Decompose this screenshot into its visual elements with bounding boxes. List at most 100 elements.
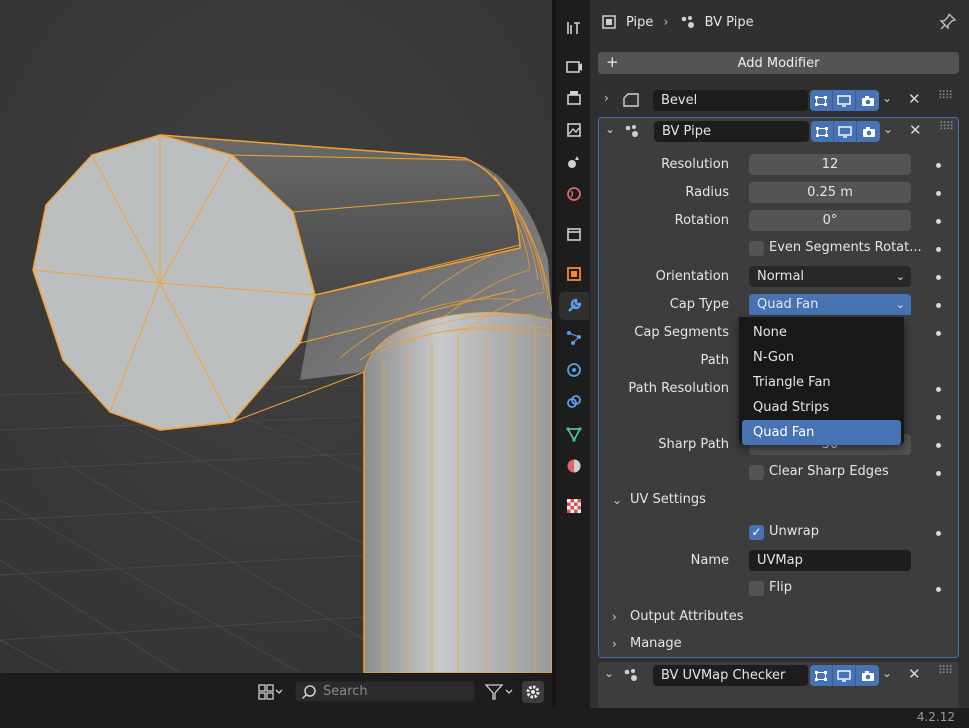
geometry-nodes-icon: [624, 669, 637, 681]
keyframe-dot[interactable]: [936, 247, 941, 252]
search-input[interactable]: [323, 684, 473, 699]
sharp-path-label: Sharp Path: [658, 437, 729, 452]
tab-collection[interactable]: [559, 220, 589, 248]
modifier-name-field[interactable]: BV Pipe: [654, 121, 809, 142]
tab-tool[interactable]: [559, 14, 589, 42]
geometry-nodes-icon: [681, 16, 694, 28]
keyframe-dot[interactable]: [936, 303, 941, 308]
render-icon: [566, 61, 582, 73]
filter-menu[interactable]: [482, 681, 518, 703]
viewport-toggle[interactable]: [833, 90, 856, 111]
rotation-field[interactable]: 0°: [749, 210, 911, 231]
keyframe-dot[interactable]: [936, 191, 941, 196]
cap-type-option[interactable]: N-Gon: [742, 345, 901, 370]
flip-checkbox[interactable]: [749, 581, 764, 596]
tab-view-layer[interactable]: [559, 116, 589, 144]
rotation-label: Rotation: [674, 213, 729, 228]
tool-icon: [567, 22, 580, 34]
cap-type-option[interactable]: None: [742, 320, 901, 345]
output-attributes-subpanel[interactable]: › Output Attributes: [600, 604, 959, 630]
chevron-down-icon[interactable]: ⌄: [883, 122, 893, 136]
3d-viewport[interactable]: [0, 0, 552, 673]
keyframe-dot[interactable]: [936, 415, 941, 420]
radius-field[interactable]: 0.25 m: [749, 182, 911, 203]
settings-button[interactable]: [522, 681, 544, 703]
tab-texture[interactable]: [559, 492, 589, 520]
keyframe-dot[interactable]: [936, 387, 941, 392]
tab-material[interactable]: [559, 452, 589, 480]
clear-sharp-edges-checkbox[interactable]: [749, 465, 764, 480]
visibility-toggles: [810, 665, 879, 686]
unwrap-checkbox[interactable]: ✓: [749, 525, 764, 540]
chevron-down-icon[interactable]: ⌄: [604, 666, 614, 680]
edit-mode-toggle[interactable]: [810, 665, 833, 686]
resolution-field[interactable]: 12: [749, 154, 911, 175]
tab-world[interactable]: [559, 180, 589, 208]
tab-object[interactable]: [559, 260, 589, 288]
viewport-toggle[interactable]: [833, 665, 856, 686]
keyframe-dot[interactable]: [936, 531, 941, 536]
orientation-value: Normal: [757, 269, 805, 284]
modifier-bevel-header[interactable]: › Bevel ⌄ ✕ ⠿⠿: [598, 87, 959, 113]
keyframe-dot[interactable]: [936, 331, 941, 336]
drag-handle-icon[interactable]: ⠿⠿: [938, 664, 953, 677]
cap-type-value: Quad Fan: [757, 297, 819, 312]
tab-physics[interactable]: [559, 356, 589, 384]
add-modifier-label: Add Modifier: [737, 55, 820, 71]
path-resolution-label: Path Resolution: [628, 381, 729, 396]
render-toggle[interactable]: [856, 665, 879, 686]
chevron-right-icon[interactable]: ›: [604, 91, 609, 105]
tab-output[interactable]: [559, 84, 589, 112]
breadcrumb-modifier: BV Pipe: [704, 14, 754, 30]
tab-modifiers[interactable]: [559, 292, 589, 320]
uv-settings-subpanel[interactable]: ⌄ UV Settings: [600, 487, 959, 513]
keyframe-dot[interactable]: [936, 471, 941, 476]
drag-handle-icon[interactable]: ⠿⠿: [938, 89, 953, 102]
render-toggle[interactable]: [856, 90, 879, 111]
keyframe-dot[interactable]: [936, 443, 941, 448]
path-label: Path: [700, 353, 729, 368]
status-bar: 4.2.12: [0, 708, 969, 728]
even-segments-checkbox[interactable]: [749, 241, 764, 256]
geometry-nodes-icon: [625, 125, 638, 137]
edit-mode-toggle[interactable]: [811, 121, 834, 142]
cap-type-option[interactable]: Triangle Fan: [742, 370, 901, 395]
pin-button[interactable]: [939, 12, 957, 34]
tab-scene[interactable]: [559, 148, 589, 176]
editor-type-menu[interactable]: [256, 681, 286, 703]
drag-handle-icon[interactable]: ⠿⠿: [939, 120, 954, 133]
keyframe-dot[interactable]: [936, 275, 941, 280]
cap-type-dropdown-menu: None N-Gon Triangle Fan Quad Strips Quad…: [739, 317, 904, 445]
chevron-down-icon[interactable]: ⌄: [605, 122, 615, 136]
viewport-toggle[interactable]: [834, 121, 857, 142]
edit-mode-toggle[interactable]: [810, 90, 833, 111]
cap-type-select[interactable]: Quad Fan ⌄: [749, 294, 911, 315]
cap-type-option[interactable]: Quad Strips: [742, 395, 901, 420]
orientation-select[interactable]: Normal ⌄: [749, 266, 911, 287]
modifier-name-field[interactable]: Bevel: [653, 90, 808, 111]
search-field[interactable]: [295, 681, 475, 702]
chevron-down-icon[interactable]: ⌄: [882, 666, 892, 680]
breadcrumb-separator: ›: [663, 14, 669, 30]
keyframe-dot[interactable]: [936, 587, 941, 592]
breadcrumb-object: Pipe: [626, 14, 654, 30]
close-icon[interactable]: ✕: [908, 665, 921, 683]
modifier-bvpipe-header[interactable]: ⌄ BV Pipe ⌄ ✕ ⠿⠿: [599, 118, 960, 144]
manage-subpanel[interactable]: › Manage: [600, 631, 959, 657]
keyframe-dot[interactable]: [936, 163, 941, 168]
tab-data[interactable]: [559, 420, 589, 448]
uv-name-field[interactable]: UVMap: [749, 550, 911, 571]
unwrap-label: Unwrap: [769, 524, 819, 539]
tab-particles[interactable]: [559, 324, 589, 352]
tab-constraints[interactable]: [559, 388, 589, 416]
close-icon[interactable]: ✕: [909, 121, 922, 139]
cap-type-option-selected[interactable]: Quad Fan: [742, 420, 901, 445]
modifier-name-field[interactable]: BV UVMap Checker: [653, 665, 808, 686]
keyframe-dot[interactable]: [936, 219, 941, 224]
close-icon[interactable]: ✕: [908, 90, 921, 108]
tab-render[interactable]: [559, 52, 589, 80]
add-modifier-button[interactable]: + Add Modifier: [598, 52, 959, 74]
render-toggle[interactable]: [857, 121, 880, 142]
chevron-down-icon[interactable]: ⌄: [882, 91, 892, 105]
modifier-uvmap-checker-header[interactable]: ⌄ BV UVMap Checker ⌄ ✕ ⠿⠿: [598, 662, 959, 708]
